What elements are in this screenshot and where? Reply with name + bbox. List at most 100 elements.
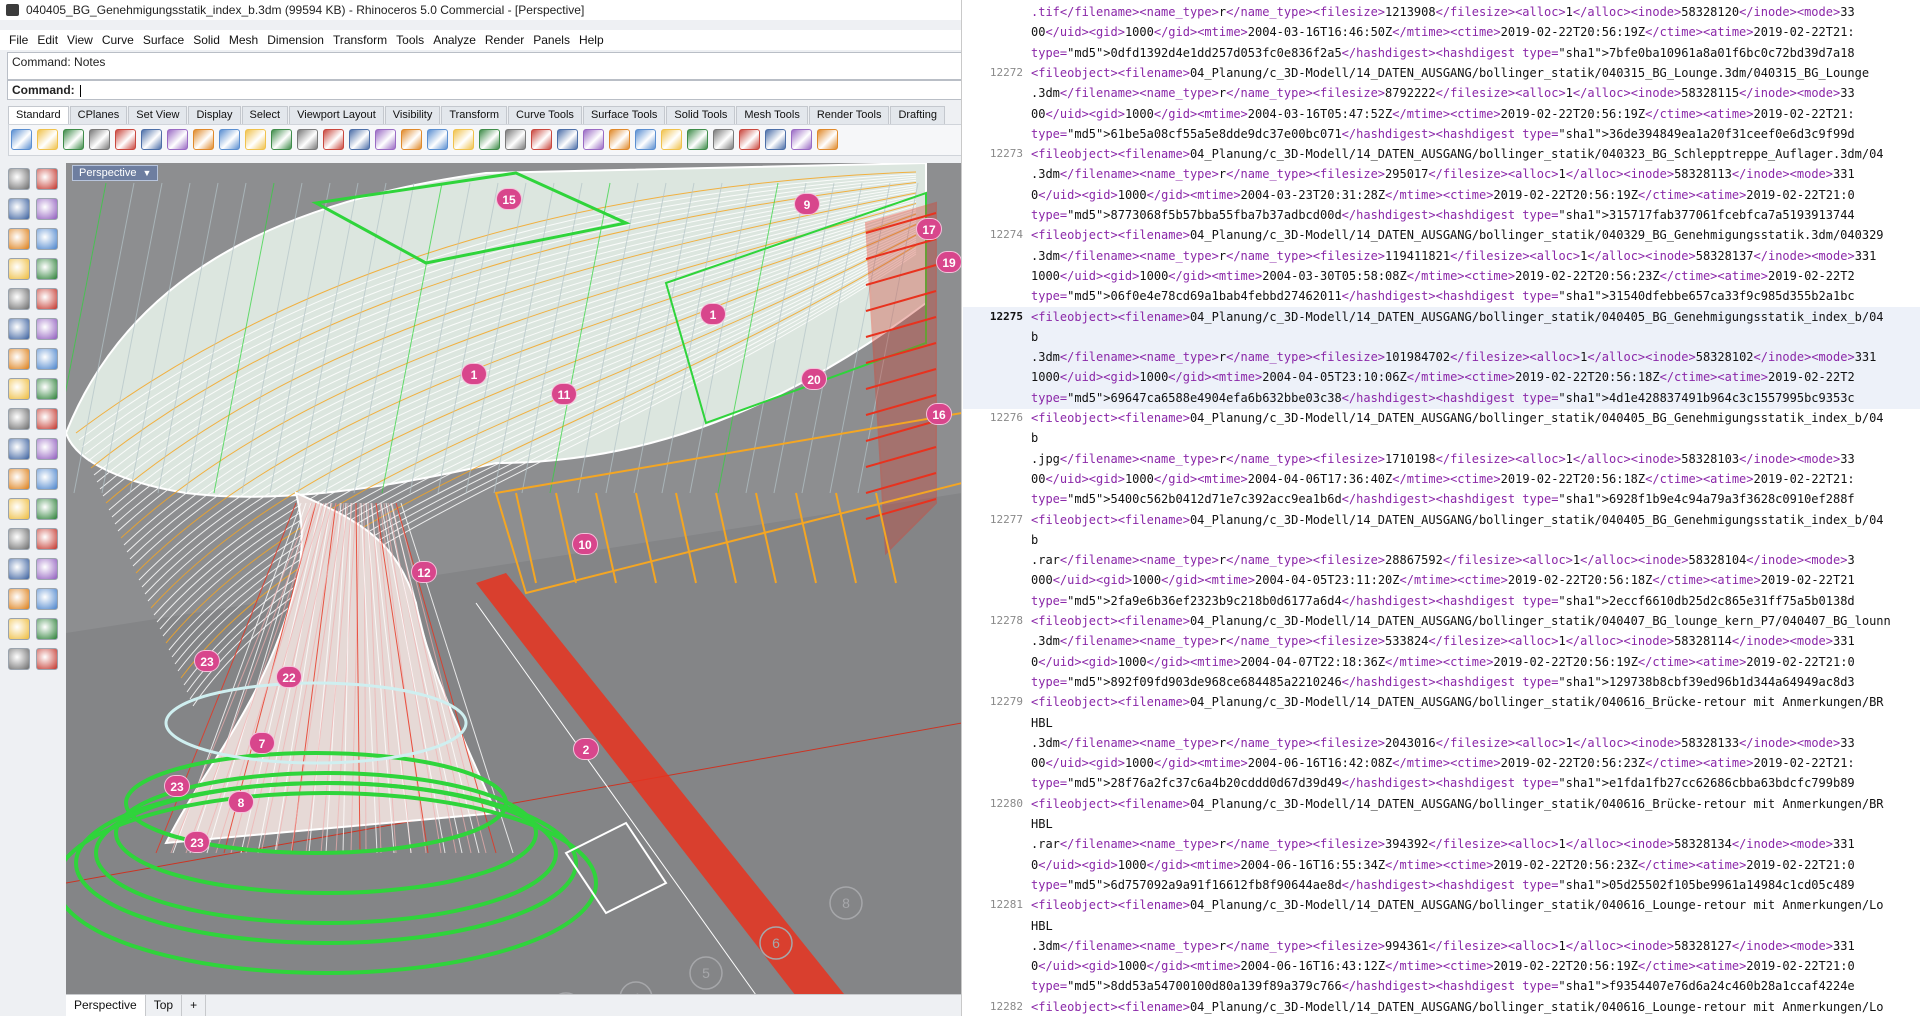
hide-icon[interactable] [479,129,500,150]
hide-objects-icon[interactable] [765,129,786,150]
viewport-tab-add[interactable]: + [182,995,207,1016]
xml-row[interactable]: .3dm</filename><name_type>r</name_type><… [963,246,1920,267]
point-edit-icon[interactable] [791,129,812,150]
xml-row[interactable]: type="md5">8dd53a54700100d80a139f89a379c… [963,976,1920,997]
xml-row[interactable]: type="md5">892f09fd903de968ce684485a2210… [963,672,1920,693]
tab-curve-tools[interactable]: Curve Tools [508,106,582,124]
layer-icon[interactable] [557,129,578,150]
zoom-selected-icon[interactable] [375,129,396,150]
xml-row[interactable]: 12279 <fileobject><filename>04_Planung/c_… [963,692,1920,713]
xml-row[interactable]: 0</uid><gid>1000</gid><mtime>2004-04-07T… [963,652,1920,673]
tab-viewport-layout[interactable]: Viewport Layout [289,106,384,124]
xml-row[interactable]: .3dm</filename><name_type>r</name_type><… [963,936,1920,957]
block-icon[interactable] [8,558,30,580]
xml-row[interactable]: type="md5">69647ca6588e4904efa6b632bbe03… [963,387,1920,409]
sphere-icon[interactable] [36,348,58,370]
shaded-ball-icon[interactable] [687,129,708,150]
car-icon[interactable] [453,129,474,150]
xml-row[interactable]: .3dm</filename><name_type>r</name_type><… [963,83,1920,104]
marker-23[interactable]: 23 [164,775,190,797]
marker-8[interactable]: 8 [228,791,254,813]
xml-row[interactable]: .jpg</filename><name_type>r</name_type><… [963,449,1920,470]
save-icon[interactable] [63,129,84,150]
copy-icon[interactable] [167,129,188,150]
xml-row[interactable]: HBL [963,916,1920,937]
tab-select[interactable]: Select [241,106,289,124]
xml-row[interactable]: .rar</filename><name_type>r</name_type><… [963,550,1920,571]
polyline-icon[interactable] [8,198,30,220]
menu-item-help[interactable]: Help [579,30,604,50]
viewport-title[interactable]: Perspective ▼ [72,165,159,181]
xml-row[interactable]: .3dm</filename><name_type>r</name_type><… [963,347,1920,369]
xml-row[interactable]: b [963,530,1920,551]
viewport-tab-perspective[interactable]: Perspective [66,995,146,1016]
explode-icon[interactable] [8,408,30,430]
select-arrow-icon[interactable] [8,168,30,190]
four-view-icon[interactable] [427,129,448,150]
tab-set-view[interactable]: Set View [128,106,188,124]
polygon-icon[interactable] [8,288,30,310]
menu-item-tools[interactable]: Tools [396,30,424,50]
xml-row[interactable]: .3dm</filename><name_type>r</name_type><… [963,631,1920,652]
marker-22[interactable]: 22 [276,666,302,688]
menu-item-surface[interactable]: Surface [143,30,184,50]
viewport-tab-top[interactable]: Top [146,995,183,1016]
object-properties-icon[interactable] [609,129,630,150]
xml-row[interactable]: type="md5">8773068f5b57bba55fba7b37adbcd… [963,205,1920,226]
point-icon[interactable] [36,168,58,190]
xml-row[interactable]: type="md5">5400c562b0412d71e7c392acc9ea1… [963,489,1920,510]
check-icon[interactable] [36,618,58,640]
tab-render-tools[interactable]: Render Tools [808,106,890,124]
xml-row[interactable]: 12274 <fileobject><filename>04_Planung/c_… [963,225,1920,246]
xml-row[interactable]: 12282 <fileobject><filename>04_Planung/c_… [963,997,1920,1016]
xml-row[interactable]: 12276 <fileobject><filename>04_Planung/c_… [963,408,1920,429]
xml-row[interactable]: HBL [963,713,1920,734]
trim-icon[interactable] [36,408,58,430]
menu-item-curve[interactable]: Curve [102,30,134,50]
zoom-extents-icon[interactable] [349,129,370,150]
cut-icon[interactable] [141,129,162,150]
tab-drafting[interactable]: Drafting [890,106,945,124]
tab-surface-tools[interactable]: Surface Tools [582,106,666,124]
xml-row[interactable]: 0</uid><gid>1000</gid><mtime>2004-06-16T… [963,855,1920,876]
tab-solid-tools[interactable]: Solid Tools [666,106,736,124]
help-icon[interactable] [817,129,838,150]
rendered-ball-icon[interactable] [713,129,734,150]
rotate-icon[interactable] [401,129,422,150]
xml-row[interactable]: HBL [963,814,1920,835]
material-sphere-icon[interactable] [739,129,760,150]
marker-16[interactable]: 16 [926,403,952,425]
marker-9[interactable]: 9 [794,193,820,215]
curve-icon[interactable] [36,198,58,220]
layer-tool-icon[interactable] [36,588,58,610]
xml-row[interactable]: 12272 <fileobject><filename>04_Planung/c_… [963,63,1920,84]
xml-row[interactable]: 12280 <fileobject><filename>04_Planung/c_… [963,794,1920,815]
xml-row[interactable]: 0</uid><gid>1000</gid><mtime>2004-06-16T… [963,956,1920,977]
xml-row[interactable]: .3dm</filename><name_type>r</name_type><… [963,164,1920,185]
menu-item-mesh[interactable]: Mesh [229,30,258,50]
import-icon[interactable] [115,129,136,150]
surface-corner-icon[interactable] [8,318,30,340]
zoom-icon[interactable] [297,129,318,150]
xml-row[interactable]: b [963,428,1920,449]
move-icon[interactable] [8,468,30,490]
rectangle-icon[interactable] [36,258,58,280]
xml-row[interactable]: .3dm</filename><name_type>r</name_type><… [963,733,1920,754]
analyze-icon[interactable] [8,648,30,670]
marker-2[interactable]: 2 [573,738,599,760]
circle-icon[interactable] [8,228,30,250]
light-icon[interactable] [583,129,604,150]
undo-icon[interactable] [219,129,240,150]
tab-visibility[interactable]: Visibility [384,106,441,124]
paste-icon[interactable] [193,129,214,150]
xml-row[interactable]: type="md5">06f0e4e78cd69a1bab4febbd27462… [963,286,1920,307]
rotate-view-icon[interactable] [271,129,292,150]
print-icon[interactable] [89,129,110,150]
xml-row[interactable]: 1000</uid><gid>1000</gid><mtime>2004-04-… [963,367,1920,389]
marker-7[interactable]: 7 [249,732,275,754]
xml-row[interactable]: 12273 <fileobject><filename>04_Planung/c_… [963,144,1920,165]
marker-19[interactable]: 19 [936,251,961,273]
xml-row[interactable]: 00</uid><gid>1000</gid><mtime>2004-06-16… [963,753,1920,774]
xml-row[interactable]: type="md5">28f76a2fc37c6a4b20cddd0d67d39… [963,773,1920,794]
marker-23[interactable]: 23 [194,650,220,672]
